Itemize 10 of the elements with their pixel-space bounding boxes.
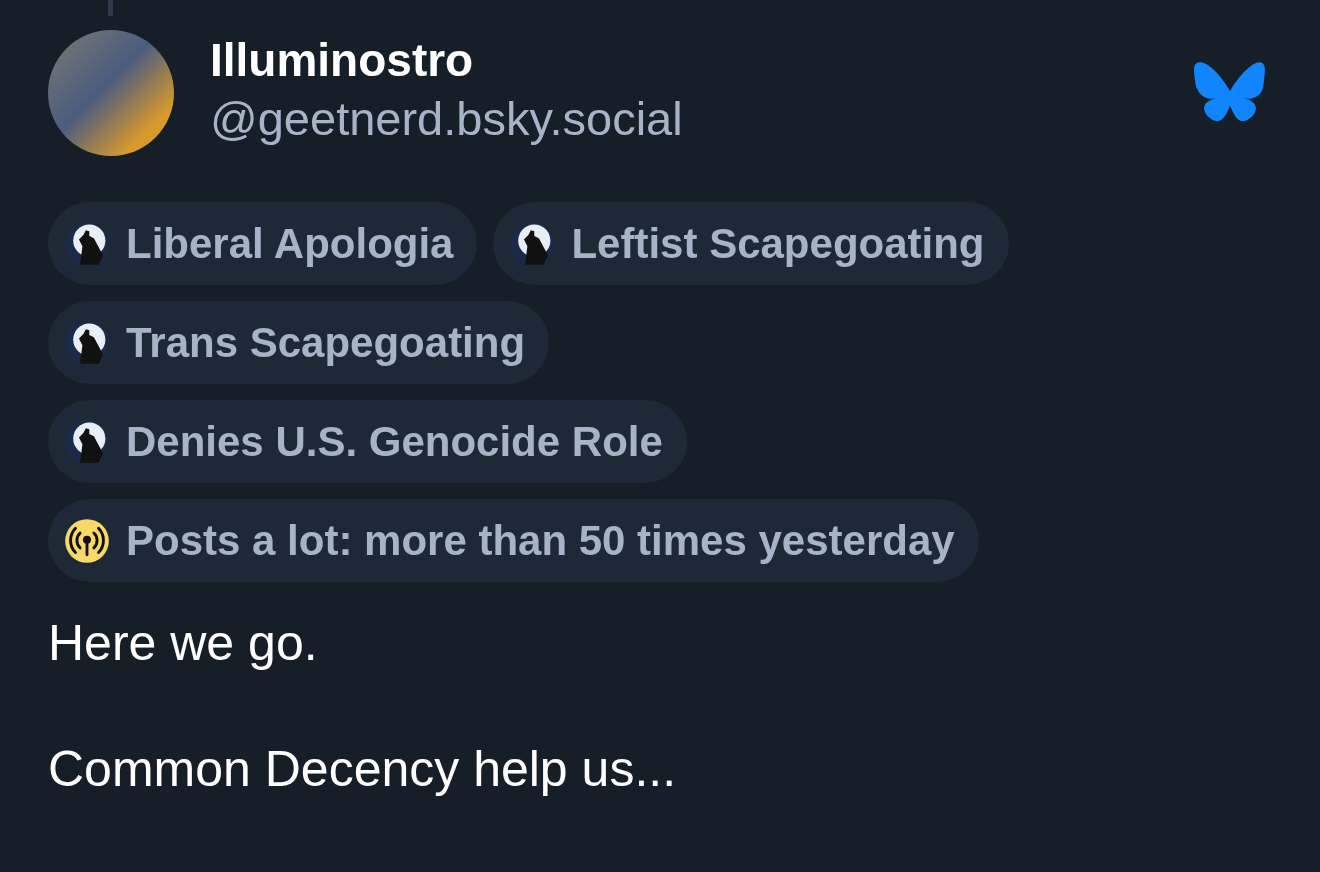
content-label[interactable]: Trans Scapegoating	[48, 301, 550, 384]
content-label[interactable]: Liberal Apologia	[48, 202, 478, 285]
display-name[interactable]: Illuminostro	[210, 30, 1194, 90]
content-label[interactable]: Posts a lot: more than 50 times yesterday	[48, 499, 979, 582]
content-label[interactable]: Denies U.S. Genocide Role	[48, 400, 687, 483]
user-handle[interactable]: @geetnerd.bsky.social	[210, 90, 1194, 148]
post-text: Common Decency help us...	[48, 740, 678, 799]
content-label[interactable]: Leftist Scapegoating	[493, 202, 1009, 285]
broadcast-icon	[64, 517, 110, 564]
post-text: Here we go.	[48, 614, 319, 673]
